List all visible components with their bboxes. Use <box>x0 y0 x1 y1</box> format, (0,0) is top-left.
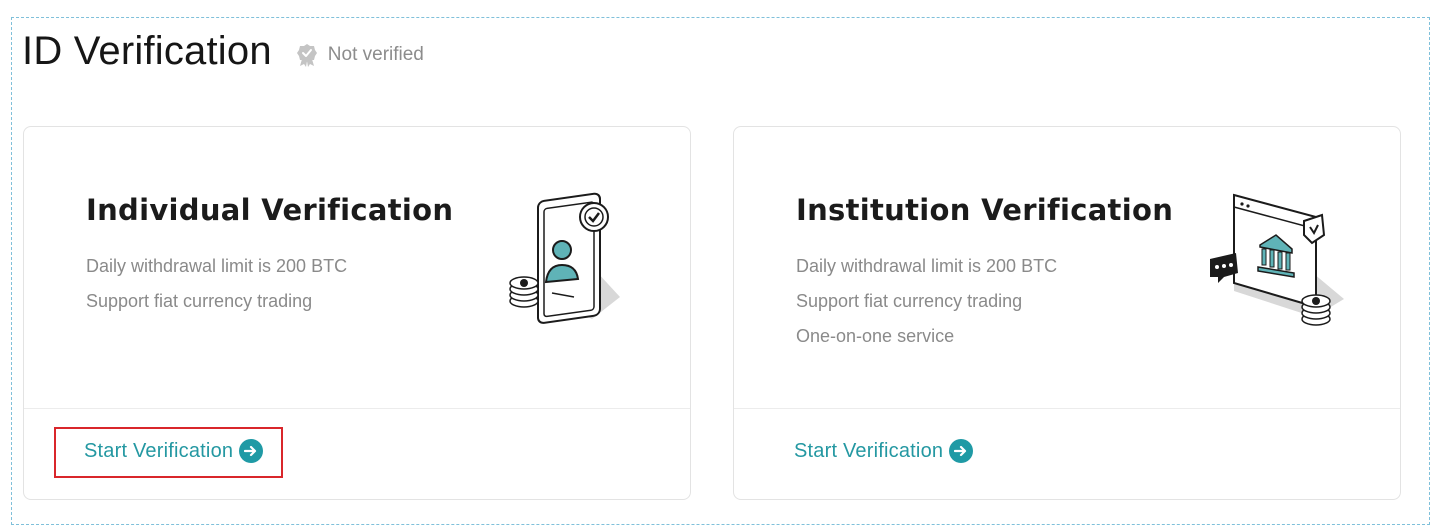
start-verification-button[interactable]: Start Verification <box>794 439 974 463</box>
feature-item: One-on-one service <box>796 326 955 346</box>
institution-verification-card: Institution Verification Daily withdrawa… <box>733 126 1401 500</box>
start-verification-label: Start Verification <box>84 439 234 462</box>
status-text: Not verified <box>327 44 424 65</box>
feature-item: Daily withdrawal limit is 200 BTC <box>796 256 1058 276</box>
feature-list: Daily withdrawal limit is 200 BTC Suppor… <box>86 255 347 325</box>
page-header: ID Verification Not verified <box>22 26 424 76</box>
start-verification-label: Start Verification <box>794 439 944 462</box>
card-title: Institution Verification <box>796 193 1174 227</box>
verification-status: Not verified <box>296 43 424 67</box>
individual-verification-card: Individual Verification Daily withdrawal… <box>23 126 691 500</box>
feature-item: Support fiat currency trading <box>796 291 1023 311</box>
card-divider <box>734 408 1400 409</box>
card-title: Individual Verification <box>86 193 454 227</box>
phone-user-id-illustration <box>509 192 620 324</box>
start-verification-button[interactable]: Start Verification <box>84 439 264 463</box>
feature-list: Daily withdrawal limit is 200 BTC Suppor… <box>796 255 1057 360</box>
feature-item: Daily withdrawal limit is 200 BTC <box>86 256 348 276</box>
arrow-right-circle-icon <box>239 439 264 463</box>
arrow-right-circle-icon <box>949 439 974 463</box>
feature-item: Support fiat currency trading <box>86 291 313 311</box>
bank-institution-illustration <box>1210 193 1344 326</box>
page-title: ID Verification <box>22 28 272 73</box>
card-divider <box>24 408 690 409</box>
badge-check-icon <box>296 44 317 67</box>
